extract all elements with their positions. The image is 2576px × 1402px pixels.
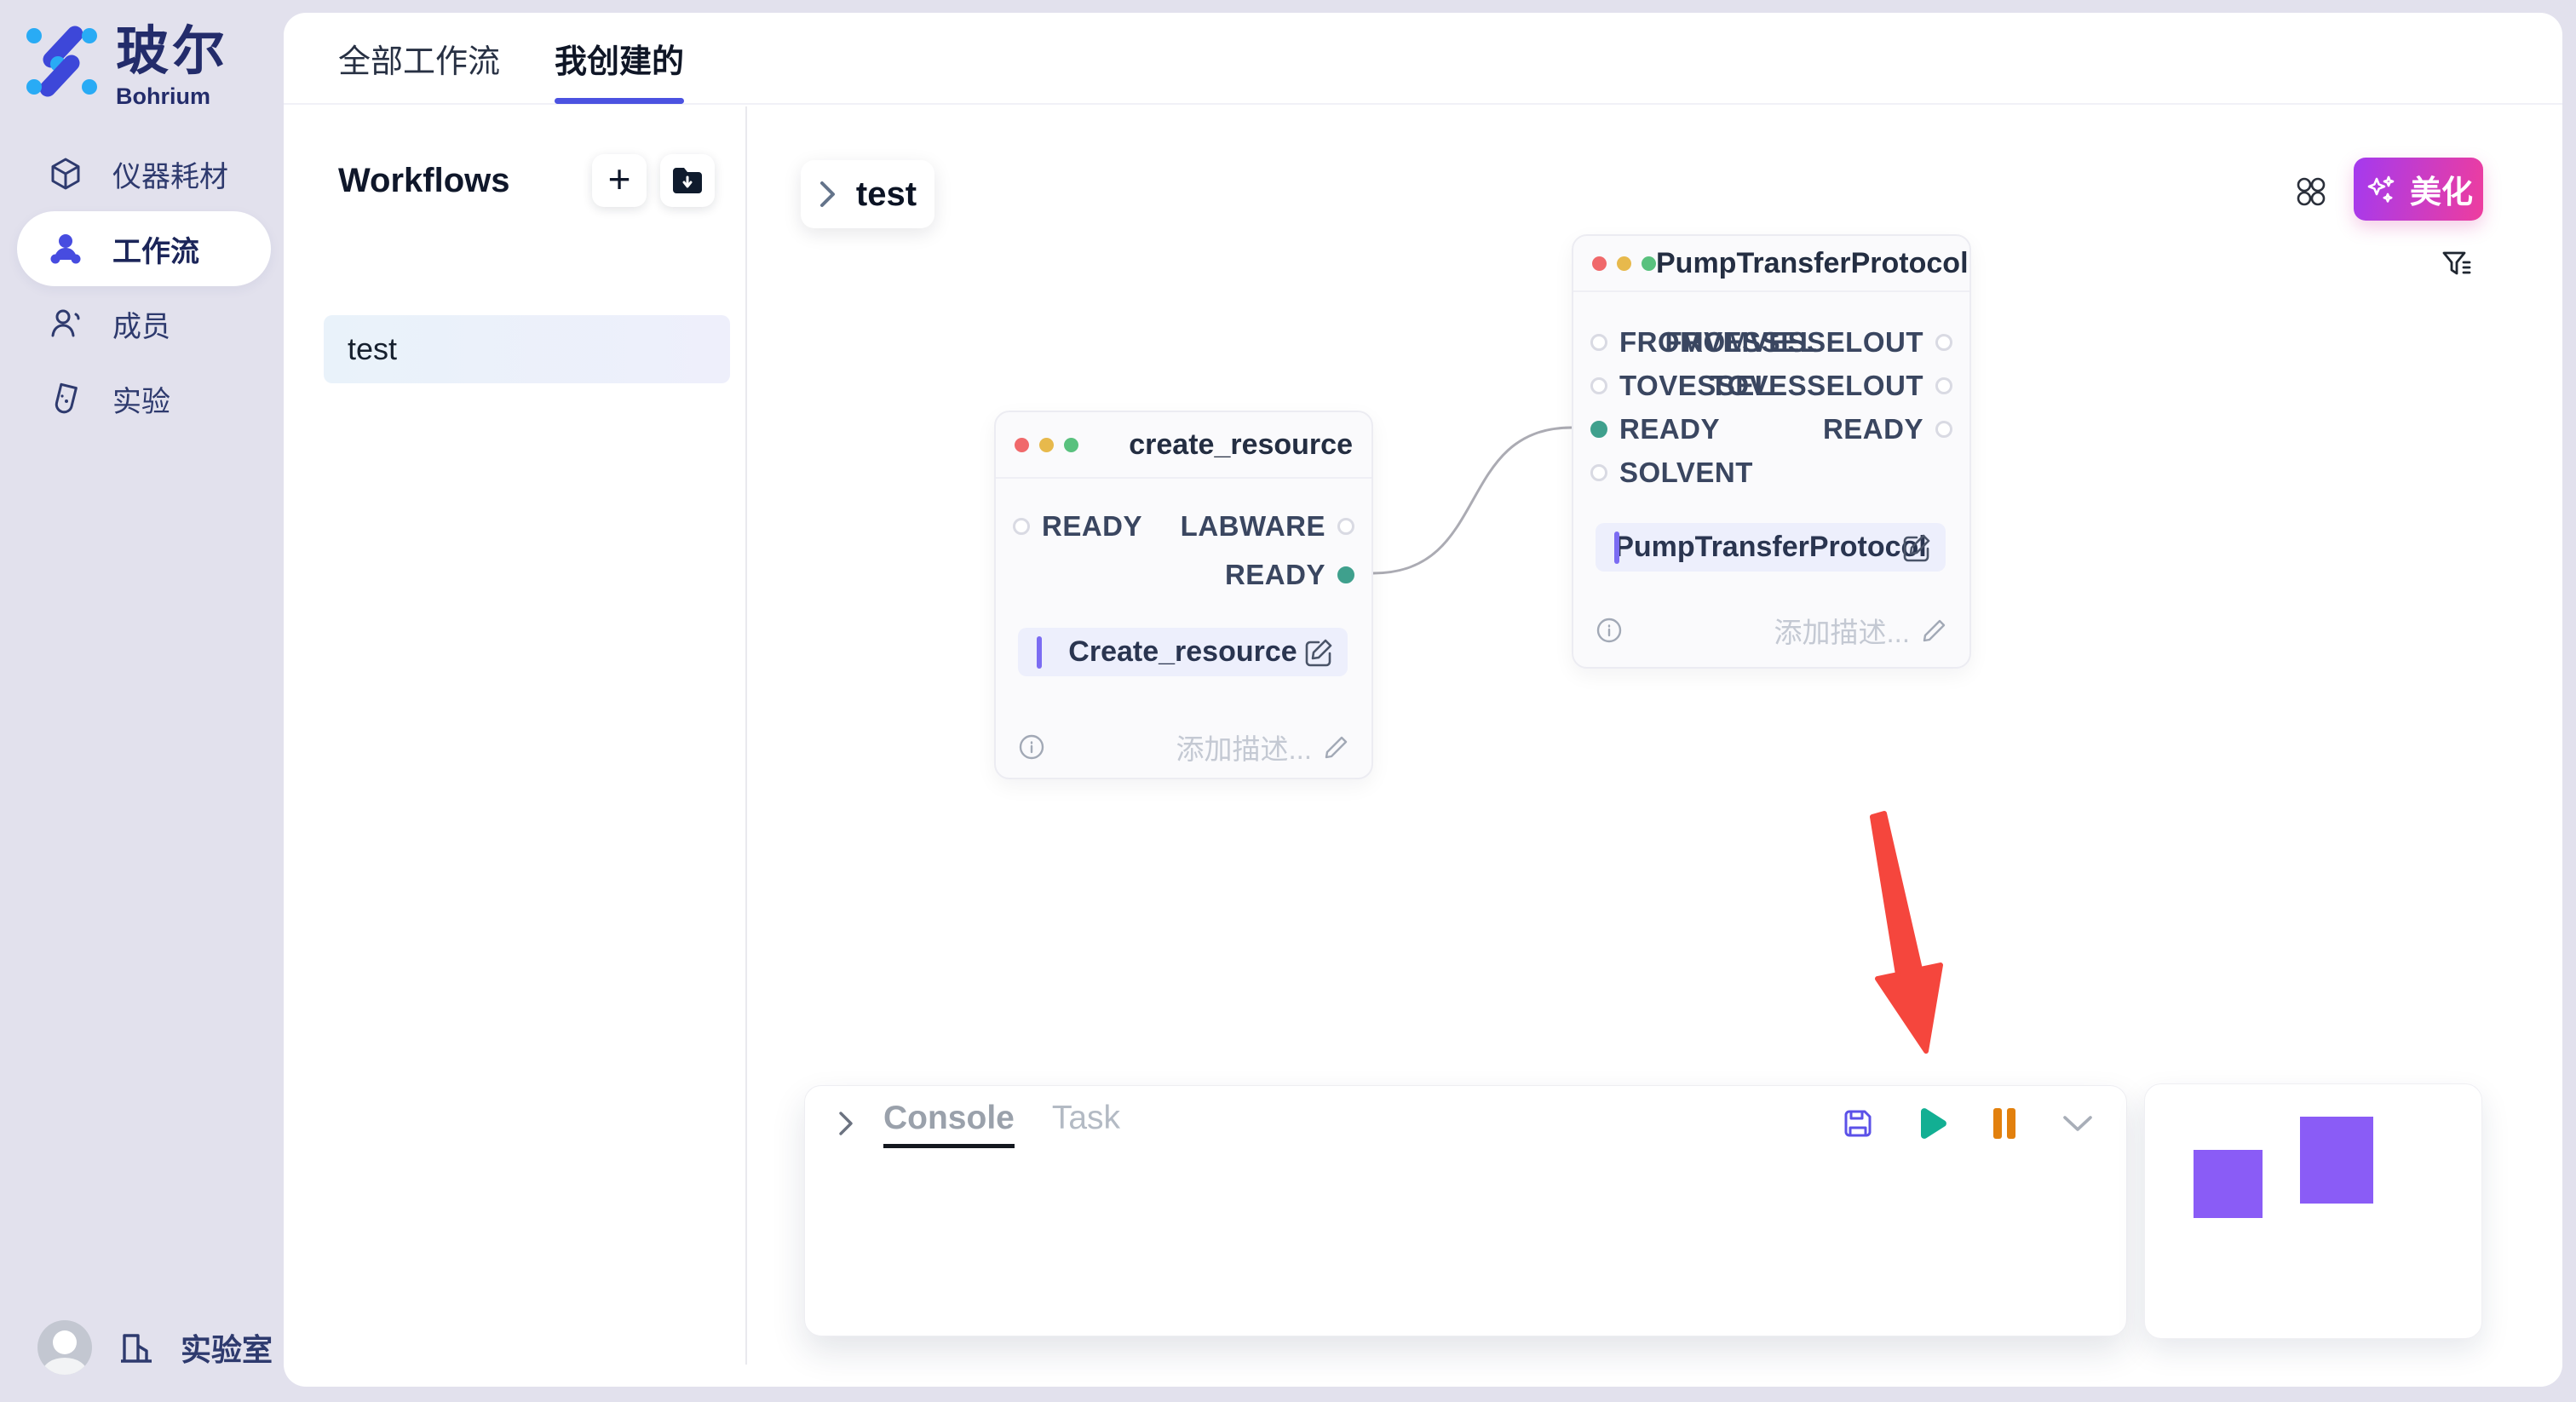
sidebar-item-consumables[interactable]: 仪器耗材 xyxy=(17,136,271,211)
pill-accent-bar xyxy=(1614,531,1619,564)
main-content: 全部工作流 我创建的 Workflows + xyxy=(284,13,2562,1387)
port-out-ready[interactable] xyxy=(1935,421,1952,438)
box-icon xyxy=(48,156,83,192)
console-panel: Console Task xyxy=(804,1085,2127,1336)
sidebar-item-experiments[interactable]: 实验 xyxy=(17,361,271,436)
sidebar-item-label: 仪器耗材 xyxy=(112,153,228,195)
console-actions xyxy=(1840,1106,2096,1141)
folder-import-icon xyxy=(670,165,704,196)
collapse-chevron-right-icon[interactable] xyxy=(837,1110,854,1137)
port-label: FROMVESSELOUT xyxy=(1665,326,1923,359)
header-tabbar: 全部工作流 我创建的 xyxy=(284,13,2562,105)
workflow-list-item-test[interactable]: test xyxy=(324,315,730,383)
info-icon[interactable] xyxy=(1018,733,1045,761)
traffic-green-dot[interactable] xyxy=(1642,256,1656,271)
port-label: SOLVENT xyxy=(1619,457,1753,489)
workflow-breadcrumb[interactable]: test xyxy=(801,160,934,228)
port-label: READY xyxy=(1823,413,1923,445)
port-out-ready[interactable] xyxy=(1337,566,1354,583)
avatar[interactable] xyxy=(37,1320,92,1375)
port-label: TOVESSELOUT xyxy=(1710,370,1923,402)
panel-title: Workflows xyxy=(338,162,510,200)
description-placeholder[interactable]: 添加描述... xyxy=(1774,610,1910,651)
brand-name-zh: 玻尔 xyxy=(116,26,228,78)
bohrium-logo-icon xyxy=(26,26,97,97)
command-grid-icon[interactable] xyxy=(2296,176,2326,207)
collapse-panel-button[interactable] xyxy=(2060,1106,2096,1141)
node-action-label: Create_resource xyxy=(1068,635,1297,669)
building-icon xyxy=(118,1329,155,1366)
info-icon[interactable] xyxy=(1596,617,1623,644)
breadcrumb-label: test xyxy=(856,175,917,214)
chevron-down-icon xyxy=(2061,1113,2094,1134)
sidebar-nav: 仪器耗材 工作流 成员 xyxy=(17,136,271,436)
brand-logo: 玻尔 Bohrium xyxy=(26,26,228,110)
port-label: LABWARE xyxy=(1181,510,1325,543)
tab-created-by-me[interactable]: 我创建的 xyxy=(555,13,684,104)
workflow-canvas[interactable]: test 美化 xyxy=(747,106,2562,1387)
sidebar-footer: 实验室 xyxy=(37,1320,273,1375)
port-out-tovesselout[interactable] xyxy=(1935,377,1952,394)
pencil-icon[interactable] xyxy=(1922,618,1947,643)
beautify-button[interactable]: 美化 xyxy=(2354,158,2483,221)
brand-name-en: Bohrium xyxy=(116,83,228,110)
beautify-label: 美化 xyxy=(2410,166,2473,212)
traffic-dots xyxy=(1592,256,1656,271)
minimap-node-create-resource xyxy=(2194,1150,2263,1218)
sidebar: 玻尔 Bohrium 仪器耗材 工作流 xyxy=(0,0,284,1402)
sidebar-item-label: 工作流 xyxy=(112,228,199,270)
traffic-yellow-dot[interactable] xyxy=(1617,256,1631,271)
minimap-node-pump-transfer-protocol xyxy=(2300,1117,2373,1204)
workflow-list-panel: Workflows + test xyxy=(284,106,745,1387)
port-in-solvent[interactable] xyxy=(1590,464,1607,481)
sidebar-item-label: 实验 xyxy=(112,378,170,420)
port-out-labware[interactable] xyxy=(1337,518,1354,535)
tab-console[interactable]: Console xyxy=(883,1100,1015,1148)
brand-text: 玻尔 Bohrium xyxy=(116,26,228,110)
app-window: 玻尔 Bohrium 仪器耗材 工作流 xyxy=(0,0,2576,1402)
node-action-create-resource[interactable]: Create_resource xyxy=(1018,628,1348,676)
pause-button[interactable] xyxy=(1987,1106,2022,1141)
workspace-label[interactable]: 实验室 xyxy=(181,1325,273,1370)
chevron-right-icon xyxy=(819,180,837,209)
workflow-icon xyxy=(48,231,83,267)
save-icon xyxy=(1841,1106,1875,1141)
sidebar-item-members[interactable]: 成员 xyxy=(17,286,271,361)
node-title: create_resource xyxy=(1129,428,1353,462)
description-placeholder[interactable]: 添加描述... xyxy=(1176,727,1312,767)
members-icon xyxy=(48,306,83,342)
save-button[interactable] xyxy=(1840,1106,1876,1141)
minimap[interactable] xyxy=(2144,1083,2482,1339)
experiment-icon xyxy=(48,381,83,417)
tab-all-workflows[interactable]: 全部工作流 xyxy=(338,13,500,104)
sparkles-icon xyxy=(2364,172,2398,206)
tab-task[interactable]: Task xyxy=(1052,1100,1120,1148)
add-workflow-button[interactable]: + xyxy=(592,154,647,207)
edit-icon[interactable] xyxy=(1901,532,1932,563)
edit-icon[interactable] xyxy=(1303,637,1334,668)
filter-icon[interactable] xyxy=(2441,248,2473,280)
traffic-red-dot[interactable] xyxy=(1015,438,1029,452)
traffic-dots xyxy=(1015,438,1078,452)
sidebar-item-label: 成员 xyxy=(112,303,170,345)
workflow-item-label: test xyxy=(348,331,397,367)
pause-icon xyxy=(1991,1106,2018,1141)
node-title: PumpTransferProtocol xyxy=(1656,247,1969,280)
node-action-label: PumpTransferProtocol xyxy=(1614,531,1927,564)
node-action-pump-transfer-protocol[interactable]: PumpTransferProtocol xyxy=(1596,523,1946,572)
run-button[interactable] xyxy=(1913,1106,1949,1141)
traffic-yellow-dot[interactable] xyxy=(1039,438,1054,452)
port-out-fromvesselout[interactable] xyxy=(1935,334,1952,351)
traffic-green-dot[interactable] xyxy=(1064,438,1078,452)
pill-accent-bar xyxy=(1037,636,1042,669)
port-label: READY xyxy=(1225,559,1325,591)
traffic-red-dot[interactable] xyxy=(1592,256,1607,271)
plus-icon: + xyxy=(608,159,631,198)
import-folder-button[interactable] xyxy=(660,154,715,207)
sidebar-item-workflows[interactable]: 工作流 xyxy=(17,211,271,286)
node-pump-transfer-protocol[interactable]: PumpTransferProtocol FROMVESSEL FROMVESS… xyxy=(1572,234,1971,669)
pencil-icon[interactable] xyxy=(1324,734,1349,760)
node-create-resource[interactable]: create_resource READY LABWARE READY Crea… xyxy=(994,411,1373,779)
play-icon xyxy=(1914,1106,1948,1141)
